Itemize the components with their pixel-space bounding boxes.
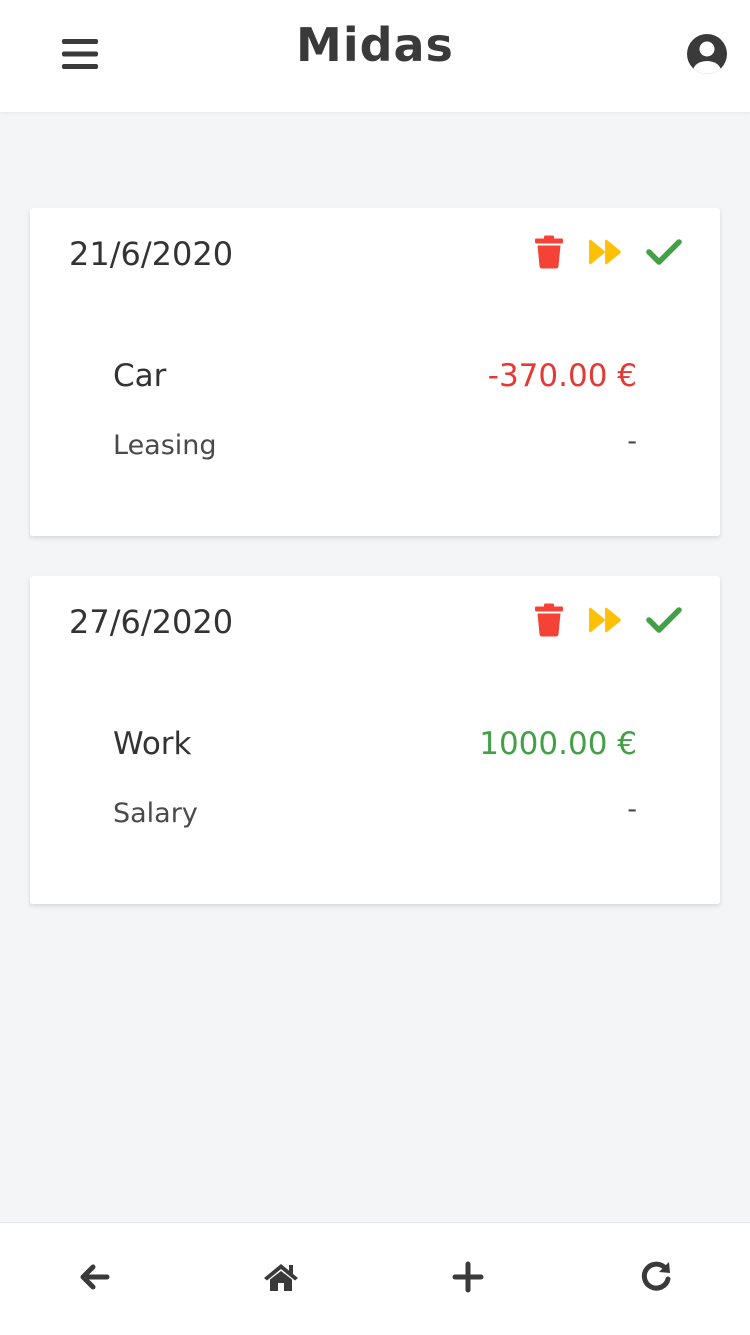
delete-button[interactable] <box>530 234 568 274</box>
entry-category: Work <box>113 726 192 762</box>
home-button[interactable] <box>257 1255 305 1303</box>
top-app-bar: Midas <box>0 0 750 112</box>
entry-date: 27/6/2020 <box>69 603 234 641</box>
entry-amount: -370.00 € <box>487 358 637 394</box>
skip-button[interactable] <box>586 234 624 274</box>
entry-actions <box>530 602 690 642</box>
entry-date: 21/6/2020 <box>69 235 234 273</box>
confirm-button[interactable] <box>644 234 684 274</box>
entry-actions <box>530 234 690 274</box>
home-icon <box>262 1261 300 1297</box>
account-button[interactable] <box>684 33 730 79</box>
fast-forward-icon <box>587 606 623 638</box>
entry-card: 27/6/2020 Work 1000.00 € Salary - <box>30 576 720 904</box>
skip-button[interactable] <box>586 602 624 642</box>
bottom-nav-bar <box>0 1222 750 1335</box>
refresh-icon <box>639 1260 673 1298</box>
confirm-button[interactable] <box>644 602 684 642</box>
back-button[interactable] <box>70 1255 118 1303</box>
app-title: Midas <box>296 18 454 72</box>
entry-note: - <box>627 426 637 457</box>
delete-button[interactable] <box>530 602 568 642</box>
entry-category: Car <box>113 358 167 394</box>
trash-icon <box>534 235 564 273</box>
add-entry-button[interactable] <box>444 1255 492 1303</box>
checkmark-icon <box>646 238 682 270</box>
fast-forward-icon <box>587 238 623 270</box>
entry-note: - <box>627 794 637 825</box>
user-circle-icon <box>686 33 728 79</box>
entry-description: Salary <box>113 798 198 829</box>
arrow-left-icon <box>78 1262 110 1296</box>
entry-description: Leasing <box>113 430 217 461</box>
refresh-button[interactable] <box>632 1255 680 1303</box>
plus-icon <box>452 1261 484 1297</box>
entry-card: 21/6/2020 Car -370.00 € Leasing - <box>30 208 720 536</box>
trash-icon <box>534 603 564 641</box>
checkmark-icon <box>646 606 682 638</box>
entry-amount: 1000.00 € <box>479 726 637 762</box>
